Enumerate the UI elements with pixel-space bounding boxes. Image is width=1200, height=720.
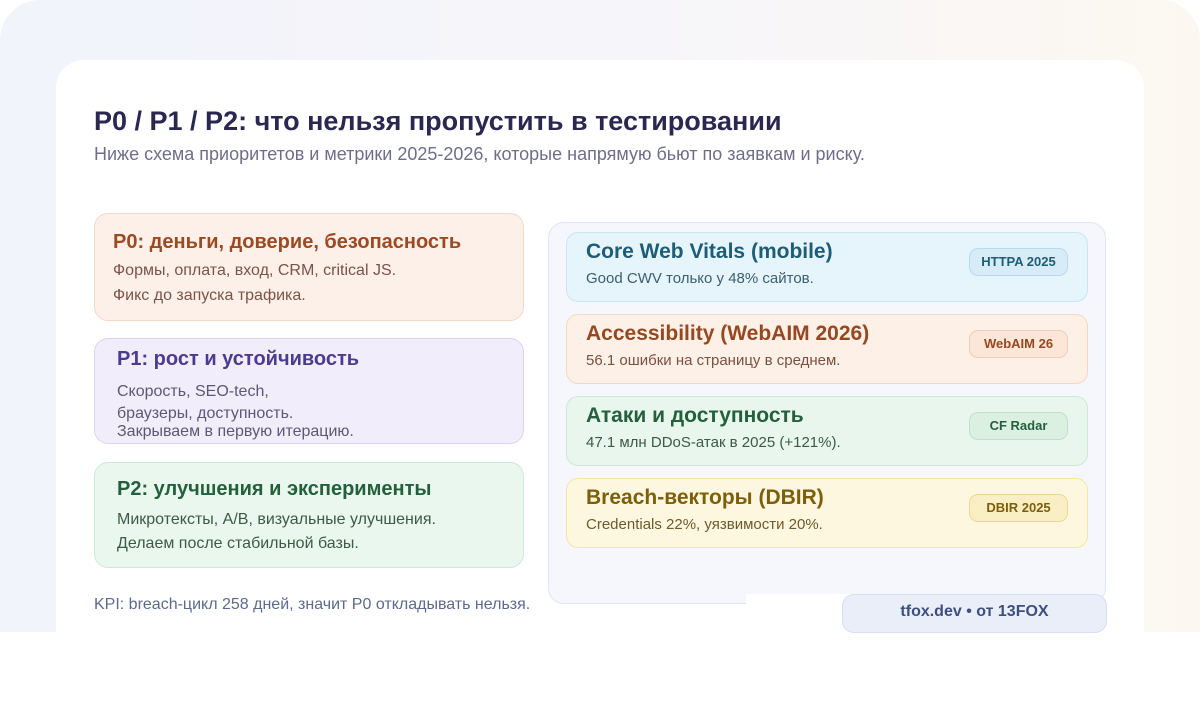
metric-text: Good CWV только у 48% сайтов. (586, 270, 814, 287)
priority-heading: P2: улучшения и эксперименты (117, 478, 432, 500)
priority-line: Делаем после стабильной базы. (117, 535, 359, 552)
metric-card-attacks: Атаки и доступность 47.1 млн DDoS-атак в… (566, 396, 1088, 466)
source-badge: WebAIM 26 (969, 330, 1068, 358)
priority-card-p0: P0: деньги, доверие, безопасность Формы,… (94, 213, 524, 321)
priority-line: Скорость, SEO-tech, (117, 383, 269, 400)
source-badge: DBIR 2025 (969, 494, 1068, 522)
brand-badge: tfox.dev • от 13FOX (842, 594, 1107, 633)
metric-card-cwv: Core Web Vitals (mobile) Good CWV только… (566, 232, 1088, 302)
priority-line: Формы, оплата, вход, CRM, critical JS. (113, 262, 397, 279)
metric-card-accessibility: Accessibility (WebAIM 2026) 56.1 ошибки … (566, 314, 1088, 384)
metric-heading: Breach-векторы (DBIR) (586, 486, 824, 509)
priority-card-p2: P2: улучшения и эксперименты Микротексты… (94, 462, 524, 568)
metric-text: 56.1 ошибки на страницу в среднем. (586, 352, 841, 369)
metric-text: 47.1 млн DDoS-атак в 2025 (+121%). (586, 434, 841, 451)
metric-card-breach: Breach-векторы (DBIR) Credentials 22%, у… (566, 478, 1088, 548)
source-badge: HTTPA 2025 (969, 248, 1068, 276)
metric-heading: Accessibility (WebAIM 2026) (586, 322, 870, 345)
priority-line: Микротексты, A/B, визуальные улучшения. (117, 511, 436, 528)
priority-line: браузеры, доступность. (117, 405, 294, 422)
priority-line: Фикс до запуска трафика. (113, 287, 306, 304)
footer-divider (746, 594, 856, 620)
source-badge: CF Radar (969, 412, 1068, 440)
kpi-note: KPI: breach-цикл 258 дней, значит P0 отк… (94, 596, 531, 613)
metric-heading: Core Web Vitals (mobile) (586, 240, 833, 263)
priority-heading: P0: деньги, доверие, безопасность (113, 231, 462, 253)
metric-heading: Атаки и доступность (586, 404, 804, 427)
page-subtitle: Ниже схема приоритетов и метрики 2025-20… (94, 144, 865, 164)
priority-line: Закрываем в первую итерацию. (117, 423, 354, 440)
page-title: P0 / P1 / P2: что нельзя пропустить в те… (94, 106, 782, 136)
priority-card-p1: P1: рост и устойчивость Скорость, SEO-te… (94, 338, 524, 444)
metric-text: Credentials 22%, уязвимости 20%. (586, 516, 823, 533)
priority-heading: P1: рост и устойчивость (117, 348, 360, 370)
